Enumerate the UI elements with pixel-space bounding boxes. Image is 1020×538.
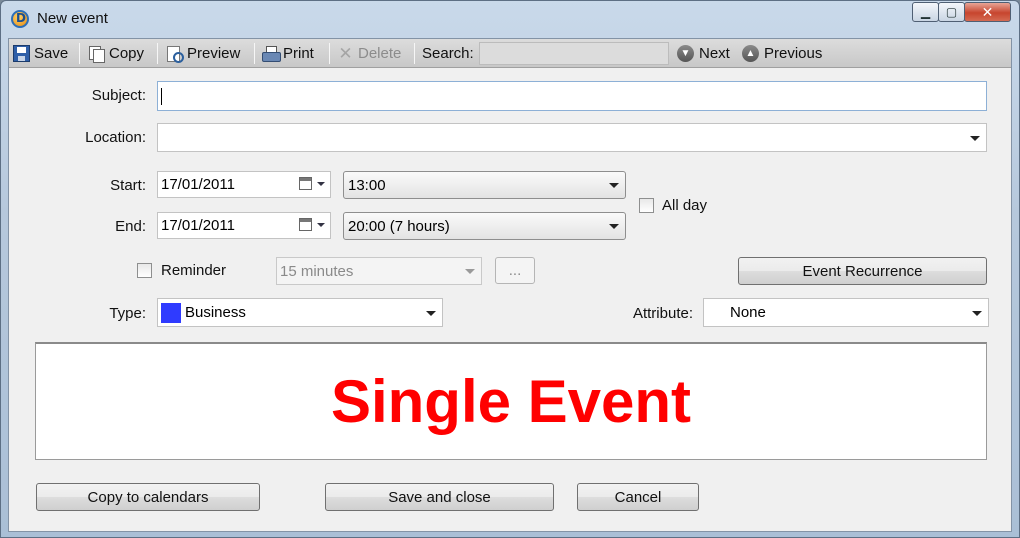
maximize-button[interactable]: ▢ [938, 2, 965, 22]
delete-button[interactable]: ✕ Delete [337, 43, 401, 64]
copy-label: Copy [109, 45, 145, 62]
start-label: Start: [110, 177, 146, 194]
next-button[interactable]: ▼ Next [677, 43, 730, 64]
end-time-value: 20:00 (7 hours) [348, 217, 450, 235]
chevron-down-icon [609, 224, 619, 229]
reminder-dropdown[interactable]: 15 minutes [276, 257, 482, 285]
start-date-picker[interactable]: 17/01/2011 [157, 171, 331, 198]
window-title: New event [37, 10, 108, 27]
delete-label: Delete [358, 45, 402, 62]
type-label: Type: [109, 305, 146, 322]
attribute-value: None [730, 304, 766, 321]
reminder-checkbox[interactable] [137, 263, 152, 278]
previous-label: Previous [764, 45, 823, 62]
search-label: Search: [422, 45, 474, 62]
end-date-picker[interactable]: 17/01/2011 [157, 212, 331, 239]
copy-icon [88, 45, 105, 63]
toolbar-separator [329, 43, 330, 64]
attribute-dropdown[interactable]: None [703, 298, 989, 327]
location-dropdown[interactable] [157, 123, 987, 152]
end-date-value: 17/01/2011 [161, 217, 235, 234]
text-caret [161, 87, 162, 105]
start-date-value: 17/01/2011 [161, 176, 235, 193]
reminder-label: Reminder [161, 262, 227, 279]
end-label: End: [115, 218, 146, 235]
calendar-icon[interactable] [299, 177, 312, 190]
search-input[interactable] [479, 42, 669, 65]
minimize-icon: ▁ [920, 5, 931, 19]
save-and-close-button[interactable]: Save and close [325, 483, 554, 511]
copy-to-calendars-button[interactable]: Copy to calendars [36, 483, 260, 511]
close-button[interactable]: ✕ [964, 2, 1011, 22]
type-value: Business [185, 304, 246, 321]
copy-button[interactable]: Copy [88, 43, 144, 64]
print-button[interactable]: Print [262, 43, 314, 64]
event-type-banner: Single Event [35, 342, 987, 460]
subject-input[interactable] [157, 81, 987, 111]
subject-label: Subject: [91, 87, 146, 104]
toolbar-separator [254, 43, 255, 64]
chevron-down-icon [609, 183, 619, 188]
chevron-down-circle-icon: ▼ [677, 45, 694, 62]
save-button[interactable]: Save [13, 43, 68, 64]
title-bar[interactable]: New event ▁ ▢ ✕ [1, 1, 1019, 37]
chevron-down-icon [970, 135, 980, 141]
attribute-label: Attribute: [632, 305, 693, 322]
toolbar-separator [414, 43, 415, 64]
toolbar: Save Copy Preview Print ✕ Delete Search:… [9, 39, 1011, 68]
close-icon: ✕ [981, 3, 994, 20]
start-time-dropdown[interactable]: 13:00 [343, 171, 626, 199]
next-label: Next [699, 45, 730, 62]
chevron-down-icon [317, 182, 325, 186]
calendar-icon[interactable] [299, 218, 312, 231]
chevron-down-icon [465, 269, 475, 274]
all-day-checkbox[interactable] [639, 198, 654, 213]
floppy-disk-icon [13, 45, 30, 62]
reminder-value: 15 minutes [280, 262, 354, 280]
window-controls: ▁ ▢ ✕ [912, 2, 1011, 22]
delete-x-icon: ✕ [338, 44, 353, 63]
chevron-up-circle-icon: ▲ [742, 45, 759, 62]
preview-button[interactable]: Preview [166, 43, 240, 64]
start-time-value: 13:00 [348, 176, 386, 194]
preview-icon [166, 45, 184, 63]
reminder-more-button[interactable]: ... [495, 257, 535, 284]
preview-label: Preview [187, 45, 241, 62]
event-window: New event ▁ ▢ ✕ Save Copy Preview [0, 0, 1020, 538]
previous-button[interactable]: ▲ Previous [742, 43, 822, 64]
toolbar-separator [79, 43, 80, 64]
dialog-client-area: Save Copy Preview Print ✕ Delete Search:… [8, 38, 1012, 532]
event-recurrence-button[interactable]: Event Recurrence [738, 257, 987, 285]
chevron-down-icon [972, 310, 982, 316]
end-time-dropdown[interactable]: 20:00 (7 hours) [343, 212, 626, 240]
chevron-down-icon [426, 310, 436, 316]
save-label: Save [34, 45, 69, 62]
print-label: Print [283, 45, 314, 62]
maximize-icon: ▢ [945, 5, 958, 19]
all-day-label: All day [662, 197, 708, 214]
printer-icon [262, 45, 281, 62]
app-logo-icon [11, 10, 29, 28]
cancel-button[interactable]: Cancel [577, 483, 699, 511]
minimize-button[interactable]: ▁ [912, 2, 939, 22]
type-color-swatch [161, 302, 181, 323]
banner-text: Single Event [330, 368, 692, 435]
type-dropdown[interactable]: Business [157, 298, 443, 327]
location-label: Location: [85, 129, 146, 146]
toolbar-separator [157, 43, 158, 64]
chevron-down-icon [317, 223, 325, 227]
